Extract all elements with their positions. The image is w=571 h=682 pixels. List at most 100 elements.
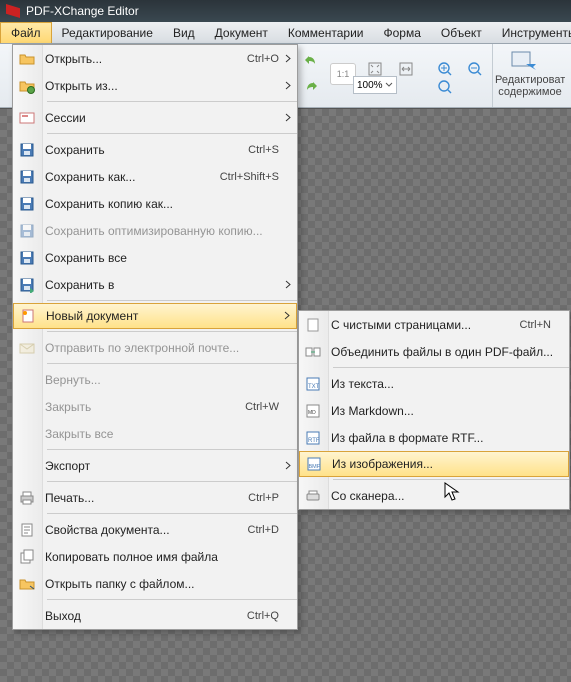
from-img-icon: BMP <box>300 452 328 476</box>
file-menu-label: Копировать полное имя файла <box>41 550 297 564</box>
svg-text:RTF: RTF <box>308 438 320 444</box>
zoom-level-input[interactable]: 100% <box>353 76 397 94</box>
menubar-item-инструменты[interactable]: Инструменты <box>492 22 571 43</box>
file-menu-item-6[interactable]: Сохранить как...Ctrl+Shift+S <box>13 163 297 190</box>
copy-name-icon <box>19 549 35 565</box>
file-menu-item-25[interactable]: Копировать полное имя файла <box>13 543 297 570</box>
app-logo-icon <box>6 4 20 18</box>
chevron-right-icon <box>285 113 291 122</box>
shortcut-label: Ctrl+S <box>248 144 297 156</box>
shortcut-label: Ctrl+D <box>248 524 297 536</box>
file-menu-label: Сохранить в <box>41 278 297 292</box>
svg-text:MD: MD <box>308 410 316 416</box>
sessions-icon <box>19 110 35 126</box>
open-folder-icon <box>19 576 35 592</box>
newdoc-menu-item-8[interactable]: Со сканера... <box>299 482 569 509</box>
doc-props-icon <box>13 516 41 543</box>
zoom-marquee-button[interactable] <box>434 76 456 98</box>
sessions-icon <box>13 104 41 131</box>
new-doc-icon <box>14 304 42 328</box>
menubar-item-документ[interactable]: Документ <box>205 22 278 43</box>
file-menu-item-1[interactable]: Открыть из... <box>13 72 297 99</box>
shortcut-label: Ctrl+W <box>245 401 297 413</box>
newdoc-menu-item-3[interactable]: TXT Из текста... <box>299 370 569 397</box>
undo-icon <box>303 53 319 69</box>
chevron-right-icon <box>285 280 291 289</box>
zoom-marquee-icon <box>437 79 453 95</box>
save-copy-icon <box>19 196 35 212</box>
file-menu-item-5[interactable]: СохранитьCtrl+S <box>13 136 297 163</box>
mail-icon <box>19 340 35 356</box>
edit-content-button[interactable] <box>510 50 538 72</box>
undo-button[interactable] <box>300 50 322 72</box>
save-opt-icon <box>13 217 41 244</box>
doc-props-icon <box>19 522 35 538</box>
file-menu-label: Сохранить <box>41 143 248 157</box>
edit-content-label: Редактироватсодержимое <box>495 74 565 98</box>
file-menu-item-12[interactable]: Новый документ <box>13 303 297 329</box>
newdoc-menu-item-4[interactable]: MDИз Markdown... <box>299 397 569 424</box>
folder-open-icon <box>19 51 35 67</box>
newdoc-menu-label: С чистыми страницами... <box>327 318 520 332</box>
from-txt-icon: TXT <box>299 370 327 397</box>
fit-page-icon <box>367 61 383 77</box>
from-scanner-icon <box>305 488 321 504</box>
file-menu-item-8: Сохранить оптимизированную копию... <box>13 217 297 244</box>
file-menu-label: Открыть папку с файлом... <box>41 577 297 591</box>
file-menu-item-0[interactable]: Открыть...Ctrl+O <box>13 45 297 72</box>
chevron-down-icon <box>385 81 393 89</box>
menubar-item-редактирование[interactable]: Редактирование <box>52 22 163 43</box>
newdoc-menu-item-1[interactable]: Объединить файлы в один PDF-файл... <box>299 338 569 365</box>
shortcut-label: Ctrl+N <box>520 319 569 331</box>
file-menu-item-28[interactable]: ВыходCtrl+Q <box>13 602 297 629</box>
file-menu-item-3[interactable]: Сессии <box>13 104 297 131</box>
new-document-submenu: С чистыми страницами...Ctrl+NОбъединить … <box>298 310 570 510</box>
file-menu-label: Сохранить как... <box>41 170 220 184</box>
blank-page-icon <box>305 317 321 333</box>
from-txt-icon: TXT <box>305 376 321 392</box>
menubar-item-вид[interactable]: Вид <box>163 22 205 43</box>
menubar-item-форма[interactable]: Форма <box>373 22 430 43</box>
chevron-right-icon <box>285 81 291 90</box>
menubar-item-файл[interactable]: Файл <box>0 22 52 43</box>
folder-globe-icon <box>13 72 41 99</box>
file-menu-item-20[interactable]: Экспорт <box>13 452 297 479</box>
newdoc-menu-item-0[interactable]: С чистыми страницами...Ctrl+N <box>299 311 569 338</box>
file-menu-label: Открыть... <box>41 52 247 66</box>
combine-icon <box>305 344 321 360</box>
save-as-icon <box>13 163 41 190</box>
file-menu-item-10[interactable]: Сохранить в <box>13 271 297 298</box>
folder-globe-icon <box>19 78 35 94</box>
file-menu-item-24[interactable]: Свойства документа...Ctrl+D <box>13 516 297 543</box>
file-menu-label: Сохранить все <box>41 251 297 265</box>
newdoc-menu-item-6[interactable]: BMPИз изображения... <box>299 451 569 477</box>
file-menu-label: Отправить по электронной почте... <box>41 341 297 355</box>
menubar-item-объект[interactable]: Объект <box>431 22 492 43</box>
newdoc-menu-item-5[interactable]: RTFИз файла в формате RTF... <box>299 424 569 451</box>
newdoc-menu-label: Из текста... <box>327 377 569 391</box>
file-menu-label: Свойства документа... <box>41 523 248 537</box>
file-menu: Открыть...Ctrl+OОткрыть из... Сессии Сохра… <box>12 44 298 630</box>
zoom-width-button[interactable] <box>395 58 417 80</box>
file-menu-item-22[interactable]: Печать...Ctrl+P <box>13 484 297 511</box>
chevron-right-icon <box>285 54 291 63</box>
file-menu-label: Сохранить копию как... <box>41 197 297 211</box>
file-menu-label: Сессии <box>41 111 297 125</box>
file-menu-label: Закрыть <box>41 400 245 414</box>
file-menu-item-9[interactable]: Сохранить все <box>13 244 297 271</box>
file-menu-label: Выход <box>41 609 247 623</box>
blank-page-icon <box>299 311 327 338</box>
chevron-right-icon <box>284 311 290 320</box>
zoom-out-button[interactable] <box>464 58 486 80</box>
from-md-icon: MD <box>299 397 327 424</box>
save-all-icon <box>13 244 41 271</box>
save-icon <box>13 136 41 163</box>
svg-text:BMP: BMP <box>309 464 321 470</box>
file-menu-item-26[interactable]: Открыть папку с файлом... <box>13 570 297 597</box>
shortcut-label: Ctrl+Shift+S <box>220 171 297 183</box>
menubar-item-комментарии[interactable]: Комментарии <box>278 22 374 43</box>
file-menu-item-7[interactable]: Сохранить копию как... <box>13 190 297 217</box>
file-menu-label: Печать... <box>41 491 248 505</box>
zoom-value: 100% <box>357 80 383 91</box>
redo-button[interactable] <box>300 76 322 98</box>
